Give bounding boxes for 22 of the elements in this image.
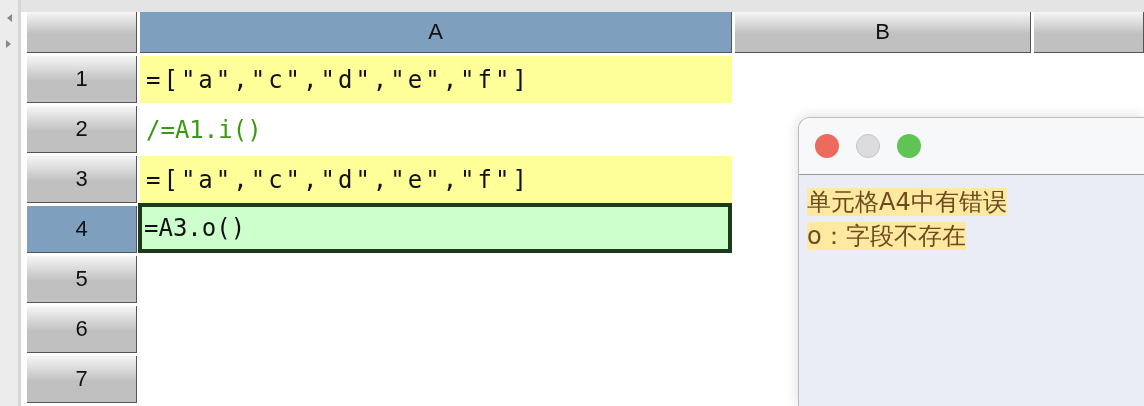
column-header[interactable]: B: [735, 12, 1031, 53]
row-header[interactable]: 2: [27, 106, 137, 153]
column-header[interactable]: A: [140, 12, 732, 53]
table-cell[interactable]: =A3.o(): [138, 203, 732, 253]
row-header[interactable]: 4: [27, 206, 137, 253]
row-header[interactable]: 5: [27, 256, 137, 303]
row-header[interactable]: 7: [27, 356, 137, 403]
collapse-left-icon[interactable]: [5, 13, 13, 23]
column-header[interactable]: [1034, 12, 1144, 53]
table-cell[interactable]: =["a","c","d","e","f"]: [140, 156, 732, 203]
row-header[interactable]: 6: [27, 306, 137, 353]
row-header[interactable]: 3: [27, 156, 137, 203]
error-message: 单元格A4中有错误: [807, 188, 1007, 216]
table-cell[interactable]: /=A1.i(): [140, 106, 732, 153]
expand-right-icon[interactable]: [5, 39, 13, 49]
table-cell[interactable]: =["a","c","d","e","f"]: [140, 56, 732, 103]
error-message: o：字段不存在: [807, 222, 966, 250]
close-button[interactable]: [815, 134, 839, 158]
zoom-button[interactable]: [897, 134, 921, 158]
row-header[interactable]: 1: [27, 56, 137, 103]
minimize-button[interactable]: [856, 134, 880, 158]
corner-header[interactable]: [27, 12, 137, 53]
